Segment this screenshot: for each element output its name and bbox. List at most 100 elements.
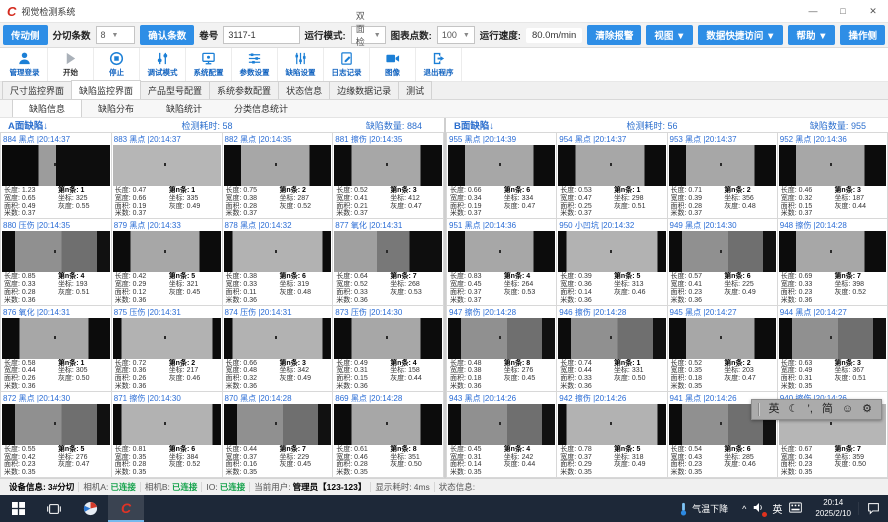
- ribbon-item-debug[interactable]: 调试模式: [140, 48, 186, 81]
- defect-image[interactable]: [558, 231, 665, 272]
- drag-handle-icon[interactable]: [758, 403, 760, 416]
- defect-image[interactable]: [779, 231, 886, 272]
- defect-image[interactable]: [224, 231, 332, 272]
- defect-image[interactable]: [224, 318, 332, 359]
- sub-tab[interactable]: 分类信息统计: [218, 100, 304, 117]
- maximize-button[interactable]: □: [828, 0, 858, 22]
- defect-image[interactable]: [334, 145, 442, 186]
- sub-tab[interactable]: 缺陷统计: [150, 100, 218, 117]
- defect-cell[interactable]: 945 黑点 |20:14:27 长度: 0.52 宽度: 0.35 面积: 0…: [668, 306, 778, 392]
- defect-image[interactable]: [448, 231, 555, 272]
- defect-image[interactable]: [669, 231, 776, 272]
- defect-cell[interactable]: 948 擦伤 |20:14:28 长度: 0.69 宽度: 0.33 面积: 0…: [778, 219, 888, 305]
- defect-image[interactable]: [779, 145, 886, 186]
- defect-image[interactable]: [669, 145, 776, 186]
- defect-cell[interactable]: 873 压伤 |20:14:30 长度: 0.49 宽度: 0.31 面积: 0…: [333, 306, 444, 392]
- operate-side-button[interactable]: 操作侧: [840, 25, 885, 45]
- defect-cell[interactable]: 874 压伤 |20:14:31 长度: 0.66 宽度: 0.48 面积: 0…: [223, 306, 334, 392]
- ribbon-item-play[interactable]: 开始: [48, 48, 94, 81]
- ime-bar-item[interactable]: 英: [769, 404, 780, 415]
- pinned-app-icon[interactable]: [72, 495, 108, 522]
- defect-image[interactable]: [113, 231, 221, 272]
- chart-points-select[interactable]: 100▼: [437, 26, 475, 44]
- defect-image[interactable]: [2, 404, 110, 445]
- defect-cell[interactable]: 881 擦伤 |20:14:35 长度: 0.52 宽度: 0.41 面积: 0…: [333, 133, 444, 219]
- main-tab[interactable]: 尺寸监控界面: [2, 81, 72, 99]
- ribbon-item-camera[interactable]: 图像: [370, 48, 416, 81]
- defect-cell[interactable]: 951 黑点 |20:14:36 长度: 0.83 宽度: 0.45 面积: 0…: [447, 219, 557, 305]
- roll-number-input[interactable]: 3117-1: [223, 26, 299, 44]
- run-mode-select[interactable]: 双面检测▼: [351, 26, 386, 44]
- defect-cell[interactable]: 875 压伤 |20:14:31 长度: 0.72 宽度: 0.36 面积: 0…: [112, 306, 223, 392]
- main-tab[interactable]: 缺陷监控界面: [71, 80, 141, 99]
- ribbon-item-system[interactable]: 系统配置: [186, 48, 232, 81]
- main-tab[interactable]: 产品型号配置: [140, 81, 210, 99]
- defect-cell[interactable]: 877 氧化 |20:14:31 长度: 0.64 宽度: 0.52 面积: 0…: [333, 219, 444, 305]
- defect-cell[interactable]: 876 氧化 |20:14:31 长度: 0.58 宽度: 0.44 面积: 0…: [1, 306, 112, 392]
- defect-cell[interactable]: 944 黑点 |20:14:27 长度: 0.63 宽度: 0.49 面积: 0…: [778, 306, 888, 392]
- weather-widget[interactable]: 气温下降: [671, 502, 736, 516]
- ribbon-item-params[interactable]: 参数设置: [232, 48, 278, 81]
- defect-image[interactable]: [113, 404, 221, 445]
- defect-cell[interactable]: 869 黑点 |20:14:28 长度: 0.61 宽度: 0.46 面积: 0…: [333, 392, 444, 478]
- clear-alarm-button[interactable]: 清除报警: [587, 25, 641, 45]
- defect-cell[interactable]: 953 黑点 |20:14:37 长度: 0.71 宽度: 0.39 面积: 0…: [668, 133, 778, 219]
- defect-image[interactable]: [558, 145, 665, 186]
- defect-image[interactable]: [224, 404, 332, 445]
- close-button[interactable]: ✕: [858, 0, 888, 22]
- main-tab[interactable]: 状态信息: [278, 81, 330, 99]
- ribbon-item-stop[interactable]: 停止: [94, 48, 140, 81]
- ribbon-item-log[interactable]: 日志记录: [324, 48, 370, 81]
- defect-cell[interactable]: 872 黑点 |20:14:30 长度: 0.55 宽度: 0.42 面积: 0…: [1, 392, 112, 478]
- ribbon-item-defect[interactable]: 缺陷设置: [278, 48, 324, 81]
- main-tab[interactable]: 边缘数据记录: [329, 81, 399, 99]
- sub-tab[interactable]: 缺陷分布: [82, 100, 150, 117]
- ime-language-bar[interactable]: 英 ☾ ’, 简 ☺ ⚙: [751, 399, 882, 420]
- defect-cell[interactable]: 871 擦伤 |20:14:30 长度: 0.81 宽度: 0.35 面积: 0…: [112, 392, 223, 478]
- defect-image[interactable]: [113, 145, 221, 186]
- ime-bar-item[interactable]: ⚙: [862, 404, 872, 415]
- defect-image[interactable]: [2, 318, 110, 359]
- defect-image[interactable]: [448, 318, 555, 359]
- defect-image[interactable]: [448, 145, 555, 186]
- defect-image[interactable]: [224, 145, 332, 186]
- defect-image[interactable]: [334, 318, 442, 359]
- defect-cell[interactable]: 946 擦伤 |20:14:28 长度: 0.74 宽度: 0.44 面积: 0…: [557, 306, 667, 392]
- defect-cell[interactable]: 949 黑点 |20:14:30 长度: 0.57 宽度: 0.41 面积: 0…: [668, 219, 778, 305]
- ribbon-item-user[interactable]: 管理登录: [2, 48, 48, 81]
- defect-image[interactable]: [448, 404, 555, 445]
- defect-cell[interactable]: 882 黑点 |20:14:35 长度: 0.75 宽度: 0.38 面积: 0…: [223, 133, 334, 219]
- main-tab[interactable]: 测试: [398, 81, 432, 99]
- defect-cell[interactable]: 947 擦伤 |20:14:28 长度: 0.48 宽度: 0.38 面积: 0…: [447, 306, 557, 392]
- slit-count-select[interactable]: 8▼: [96, 26, 136, 44]
- ime-bar-item[interactable]: 简: [822, 404, 833, 415]
- start-button[interactable]: [0, 495, 36, 522]
- ime-bar-item[interactable]: ☺: [842, 404, 853, 415]
- defect-cell[interactable]: 879 黑点 |20:14:33 长度: 0.42 宽度: 0.29 面积: 0…: [112, 219, 223, 305]
- panel-b-title[interactable]: B面缺陷↓: [454, 118, 494, 132]
- defect-cell[interactable]: 942 擦伤 |20:14:26 长度: 0.78 宽度: 0.37 面积: 0…: [557, 392, 667, 478]
- touch-keyboard-icon[interactable]: [789, 502, 802, 515]
- defect-image[interactable]: [334, 404, 442, 445]
- defect-image[interactable]: [779, 318, 886, 359]
- volume-icon[interactable]: [753, 502, 765, 515]
- defect-cell[interactable]: 952 黑点 |20:14:36 长度: 0.46 宽度: 0.32 面积: 0…: [778, 133, 888, 219]
- defect-image[interactable]: [669, 318, 776, 359]
- data-quick-access-menu-button[interactable]: 数据快捷访问 ▼: [698, 25, 783, 45]
- defect-image[interactable]: [334, 231, 442, 272]
- ime-bar-item[interactable]: ’,: [807, 404, 813, 415]
- defect-cell[interactable]: 884 黑点 |20:14:37 长度: 1.23 宽度: 0.65 面积: 0…: [1, 133, 112, 219]
- defect-image[interactable]: [2, 231, 110, 272]
- confirm-count-button[interactable]: 确认条数: [140, 25, 194, 45]
- defect-cell[interactable]: 870 黑点 |20:14:28 长度: 0.44 宽度: 0.37 面积: 0…: [223, 392, 334, 478]
- defect-cell[interactable]: 943 黑点 |20:14:26 长度: 0.45 宽度: 0.31 面积: 0…: [447, 392, 557, 478]
- defect-cell[interactable]: 950 小凹坑 |20:14:32 长度: 0.39 宽度: 0.36 面积: …: [557, 219, 667, 305]
- tray-expand-icon[interactable]: ^: [742, 504, 746, 514]
- help-menu-button[interactable]: 帮助 ▼: [788, 25, 835, 45]
- panel-a-title[interactable]: A面缺陷↓: [8, 118, 48, 132]
- ime-bar-item[interactable]: ☾: [789, 404, 799, 415]
- clock[interactable]: 20:14 2025/2/10: [808, 498, 858, 519]
- active-app-button[interactable]: C: [108, 495, 144, 522]
- drive-side-button[interactable]: 传动侧: [3, 25, 48, 45]
- minimize-button[interactable]: —: [798, 0, 828, 22]
